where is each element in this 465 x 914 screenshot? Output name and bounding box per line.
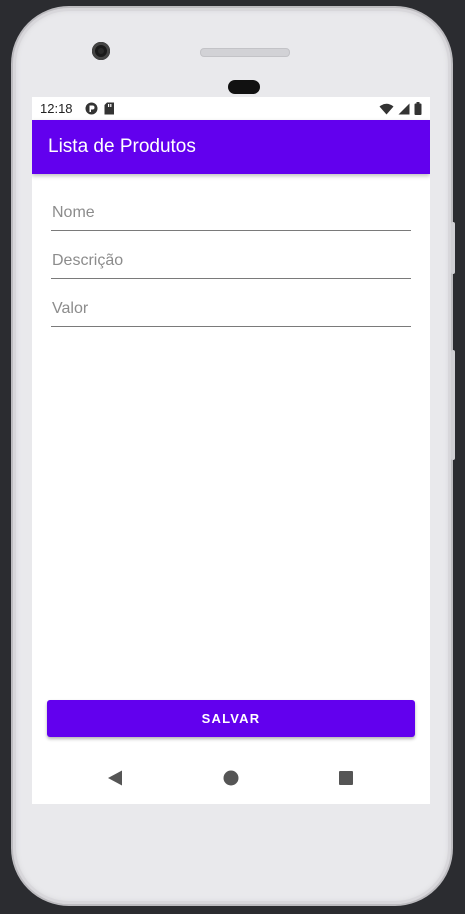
- back-icon: [108, 770, 122, 786]
- recents-icon: [339, 771, 353, 785]
- volume-button[interactable]: [451, 222, 455, 274]
- app-bar: Lista de Produtos: [32, 120, 430, 174]
- status-bar: 12:18: [32, 97, 430, 120]
- page-title: Lista de Produtos: [48, 136, 196, 157]
- status-time: 12:18: [40, 101, 73, 116]
- descricao-input[interactable]: [51, 243, 411, 279]
- nome-input[interactable]: [51, 195, 411, 231]
- sd-card-icon: [104, 102, 114, 115]
- power-button[interactable]: [451, 350, 455, 460]
- home-icon: [223, 770, 239, 786]
- status-icons-right: [379, 102, 422, 115]
- battery-icon: [414, 102, 422, 115]
- cell-signal-icon: [398, 103, 410, 114]
- recents-button[interactable]: [334, 766, 358, 790]
- back-button[interactable]: [103, 766, 127, 790]
- valor-input[interactable]: [51, 291, 411, 327]
- navigation-bar: [32, 752, 430, 804]
- app-notification-icon: [85, 102, 98, 115]
- earpiece-speaker: [200, 48, 290, 57]
- status-icons-left: [85, 102, 115, 115]
- front-camera: [92, 42, 110, 60]
- save-button[interactable]: SALVAR: [47, 700, 415, 737]
- wifi-icon: [379, 103, 394, 114]
- home-button[interactable]: [219, 766, 243, 790]
- screen: 12:18 Lista de Produtos Nome Descrição V…: [32, 97, 430, 804]
- proximity-sensor: [228, 80, 260, 94]
